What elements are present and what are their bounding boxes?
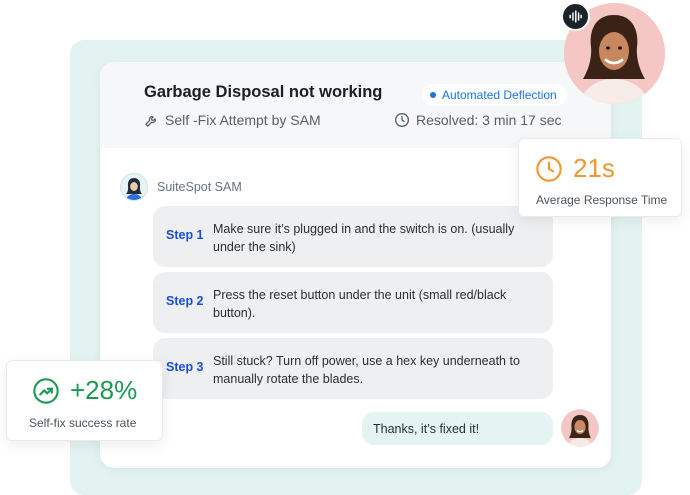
average-response-time-card: 21s Average Response Time <box>518 138 682 217</box>
user-avatar <box>561 409 599 447</box>
badge-label: Automated Deflection <box>442 88 557 102</box>
step-label: Step 3 <box>166 360 204 374</box>
response-time-label: Average Response Time <box>536 193 668 207</box>
assistant-name: SuiteSpot SAM <box>157 180 242 194</box>
dot-icon <box>430 92 436 98</box>
wrench-icon <box>145 115 156 127</box>
step-1-message: Step 1 Make sure it’s plugged in and the… <box>153 206 553 267</box>
attempt-label: Self -Fix Attempt by SAM <box>165 112 321 128</box>
resolved-label: Resolved: 3 min 17 sec <box>416 112 562 128</box>
resolved-time: Resolved: 3 min 17 sec <box>394 112 562 128</box>
step-label: Step 2 <box>166 294 204 308</box>
assistant-header: SuiteSpot SAM <box>120 173 242 201</box>
clock-icon <box>395 113 409 127</box>
step-text: Make sure it’s plugged in and the switch… <box>213 222 515 254</box>
response-time-value: 21s <box>573 153 615 183</box>
step-2-message: Step 2 Press the reset button under the … <box>153 272 553 333</box>
self-fix-value: +28% <box>70 375 138 405</box>
step-3-message: Step 3 Still stuck? Turn off power, use … <box>153 338 553 399</box>
automated-deflection-badge: Automated Deflection <box>422 84 567 106</box>
ticket-card: Garbage Disposal not working Automated D… <box>100 62 611 468</box>
self-fix-attempt: Self -Fix Attempt by SAM <box>144 112 321 128</box>
ticket-header: Garbage Disposal not working Automated D… <box>100 62 611 148</box>
ticket-title: Garbage Disposal not working <box>144 83 383 101</box>
step-label: Step 1 <box>166 228 204 242</box>
clock-icon <box>536 155 562 182</box>
assistant-avatar <box>120 173 148 201</box>
voice-waveform-icon[interactable] <box>561 2 590 31</box>
step-text: Press the reset button under the unit (s… <box>213 288 507 320</box>
step-text: Still stuck? Turn off power, use a hex k… <box>213 354 520 386</box>
self-fix-label: Self-fix success rate <box>29 416 137 430</box>
self-fix-rate-card: +28% Self-fix success rate <box>6 360 163 441</box>
trending-up-icon <box>33 377 59 404</box>
user-reply-message: Thanks, it’s fixed it! <box>362 412 553 445</box>
